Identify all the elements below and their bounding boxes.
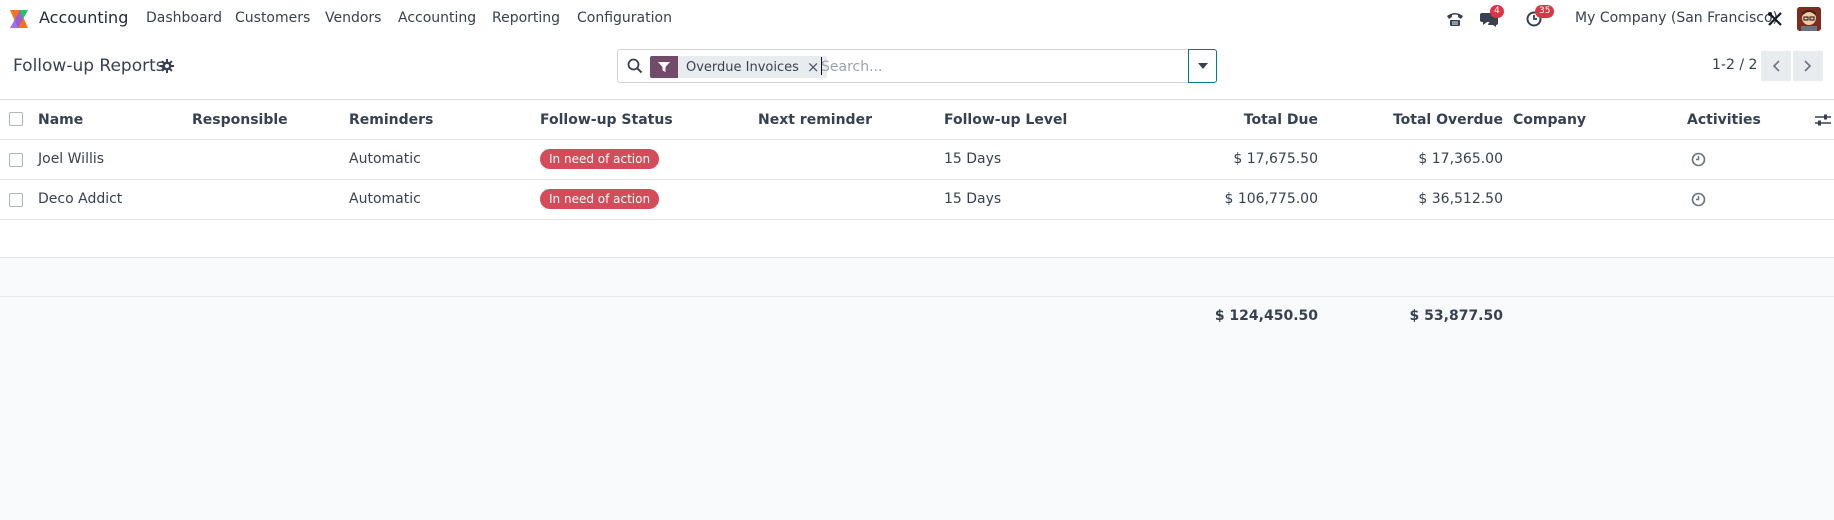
cell-total-overdue: $ 36,512.50 bbox=[1418, 191, 1503, 207]
header-reminders[interactable]: Reminders bbox=[349, 112, 433, 128]
cell-followup-level: 15 Days bbox=[944, 151, 1002, 167]
search-input[interactable] bbox=[821, 56, 1161, 78]
cell-reminders: Automatic bbox=[349, 151, 421, 167]
cell-followup-level: 15 Days bbox=[944, 191, 1002, 207]
table-row[interactable]: Joel Willis Automatic In need of action … bbox=[0, 140, 1834, 180]
status-badge: In need of action bbox=[540, 149, 660, 169]
status-badge: In need of action bbox=[540, 189, 660, 209]
facet-label: Overdue Invoices bbox=[686, 59, 799, 75]
debug-tools-icon[interactable] bbox=[1764, 9, 1786, 29]
header-responsible[interactable]: Responsible bbox=[192, 112, 288, 128]
header-followup-level[interactable]: Follow-up Level bbox=[944, 112, 1067, 128]
search-options-toggle[interactable] bbox=[1188, 49, 1217, 83]
header-next-reminder[interactable]: Next reminder bbox=[758, 112, 872, 128]
gear-icon[interactable] bbox=[159, 58, 175, 74]
accounting-app-logo[interactable] bbox=[8, 8, 30, 30]
messages-count-badge: 4 bbox=[1490, 5, 1504, 18]
filter-facet: Overdue Invoices × bbox=[650, 56, 827, 78]
app-name[interactable]: Accounting bbox=[39, 8, 128, 27]
cell-total-due: $ 17,675.50 bbox=[1233, 151, 1318, 167]
total-overdue-sum: $ 53,877.50 bbox=[1409, 308, 1503, 324]
optional-columns-toggle-icon[interactable] bbox=[1815, 113, 1831, 127]
phone-icon[interactable] bbox=[1444, 9, 1466, 29]
row-checkbox[interactable] bbox=[9, 153, 23, 167]
pager-previous-button[interactable] bbox=[1761, 51, 1791, 81]
filter-icon bbox=[650, 56, 678, 78]
top-navbar: Accounting Dashboard Customers Vendors A… bbox=[0, 0, 1834, 38]
cell-total-overdue: $ 17,365.00 bbox=[1418, 151, 1503, 167]
user-avatar[interactable] bbox=[1797, 7, 1821, 31]
activity-clock-icon[interactable] bbox=[1691, 152, 1706, 167]
empty-row bbox=[0, 220, 1834, 258]
search-bar: Overdue Invoices × bbox=[617, 49, 1217, 83]
cell-name: Joel Willis bbox=[38, 151, 105, 167]
cell-name: Deco Addict bbox=[38, 191, 123, 207]
totals-row: $ 124,450.50 $ 53,877.50 bbox=[0, 297, 1834, 335]
activities-count-badge: 35 bbox=[1535, 5, 1555, 18]
header-activities[interactable]: Activities bbox=[1687, 112, 1761, 128]
menu-vendors[interactable]: Vendors bbox=[325, 10, 381, 26]
menu-reporting[interactable]: Reporting bbox=[492, 10, 560, 26]
header-total-overdue[interactable]: Total Overdue bbox=[1344, 112, 1503, 128]
header-total-due[interactable]: Total Due bbox=[1180, 112, 1318, 128]
messages-icon[interactable]: 4 bbox=[1478, 5, 1504, 29]
header-company[interactable]: Company bbox=[1513, 112, 1586, 128]
activity-clock-icon[interactable] bbox=[1691, 192, 1706, 207]
header-followup-status[interactable]: Follow-up Status bbox=[540, 112, 673, 128]
search-icon[interactable] bbox=[627, 58, 643, 74]
menu-dashboard[interactable]: Dashboard bbox=[146, 10, 222, 26]
header-name[interactable]: Name bbox=[38, 112, 83, 128]
pager-value[interactable]: 1-2 / 2 bbox=[1712, 57, 1757, 73]
menu-accounting[interactable]: Accounting bbox=[398, 10, 476, 26]
menu-configuration[interactable]: Configuration bbox=[577, 10, 672, 26]
company-switcher[interactable]: My Company (San Francisco) bbox=[1575, 10, 1778, 26]
empty-row bbox=[0, 258, 1834, 297]
page-title: Follow-up Reports bbox=[13, 56, 165, 76]
cell-total-due: $ 106,775.00 bbox=[1224, 191, 1318, 207]
menu-customers[interactable]: Customers bbox=[235, 10, 310, 26]
select-all-checkbox[interactable] bbox=[9, 112, 23, 126]
pager-next-button[interactable] bbox=[1793, 51, 1823, 81]
row-checkbox[interactable] bbox=[9, 193, 23, 207]
total-due-sum: $ 124,450.50 bbox=[1214, 308, 1318, 324]
control-panel: Follow-up Reports Overdue Invoices × 1-2… bbox=[0, 38, 1834, 100]
activities-icon[interactable]: 35 bbox=[1523, 5, 1555, 29]
table-row[interactable]: Deco Addict Automatic In need of action … bbox=[0, 180, 1834, 220]
cell-reminders: Automatic bbox=[349, 191, 421, 207]
table-header: Name Responsible Reminders Follow-up Sta… bbox=[0, 101, 1834, 140]
